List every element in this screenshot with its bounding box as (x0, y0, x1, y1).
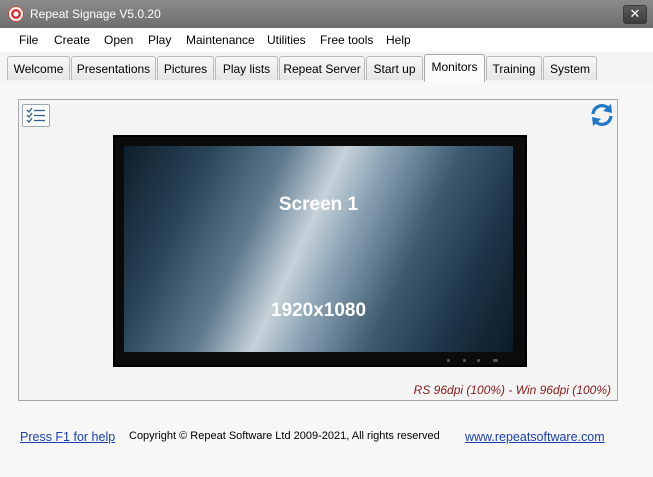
screen-resolution: 1920x1080 (270, 300, 367, 321)
dpi-info: RS 96dpi (100%) - Win 96dpi (100%) (413, 383, 611, 397)
checklist-button[interactable] (22, 104, 50, 127)
tab-play-lists[interactable]: Play lists (215, 56, 278, 80)
title-bar: Repeat Signage V5.0.20 ✕ (0, 0, 653, 28)
tab-monitors[interactable]: Monitors (424, 54, 485, 83)
monitors-panel: Screen 1 1920x1080 RS 96dpi (100%) - Win… (18, 99, 618, 401)
refresh-icon (591, 104, 613, 126)
checklist-icon (23, 105, 49, 126)
menu-open[interactable]: Open (104, 33, 133, 47)
window-title: Repeat Signage V5.0.20 (30, 7, 161, 21)
close-button[interactable]: ✕ (623, 5, 647, 24)
close-icon: ✕ (629, 6, 641, 21)
tab-content: Screen 1 1920x1080 RS 96dpi (100%) - Win… (0, 82, 653, 477)
menu-bar: File Create Open Play Maintenance Utilit… (0, 28, 653, 52)
tab-welcome[interactable]: Welcome (7, 56, 70, 80)
menu-utilities[interactable]: Utilities (267, 33, 306, 47)
menu-help[interactable]: Help (386, 33, 411, 47)
tab-presentations[interactable]: Presentations (71, 56, 156, 80)
tab-repeat-server[interactable]: Repeat Server (279, 56, 365, 80)
menu-create[interactable]: Create (54, 33, 90, 47)
screen-name: Screen 1 (278, 194, 359, 215)
monitor-bezel-buttons (441, 358, 511, 362)
app-logo-icon (8, 6, 24, 22)
tab-training[interactable]: Training (486, 56, 542, 80)
monitor-preview[interactable]: Screen 1 1920x1080 (113, 135, 527, 367)
menu-free-tools[interactable]: Free tools (320, 33, 373, 47)
tab-strip: Welcome Presentations Pictures Play list… (0, 52, 653, 83)
screen-display: Screen 1 1920x1080 (124, 146, 513, 352)
tab-start-up[interactable]: Start up (366, 56, 423, 80)
website-link[interactable]: www.repeatsoftware.com (465, 430, 605, 444)
tab-pictures[interactable]: Pictures (157, 56, 214, 80)
help-link[interactable]: Press F1 for help (20, 430, 115, 444)
menu-play[interactable]: Play (148, 33, 171, 47)
menu-maintenance[interactable]: Maintenance (186, 33, 255, 47)
refresh-button[interactable] (589, 102, 615, 128)
menu-file[interactable]: File (19, 33, 38, 47)
copyright-text: Copyright © Repeat Software Ltd 2009-202… (129, 430, 440, 442)
tab-system[interactable]: System (543, 56, 597, 80)
